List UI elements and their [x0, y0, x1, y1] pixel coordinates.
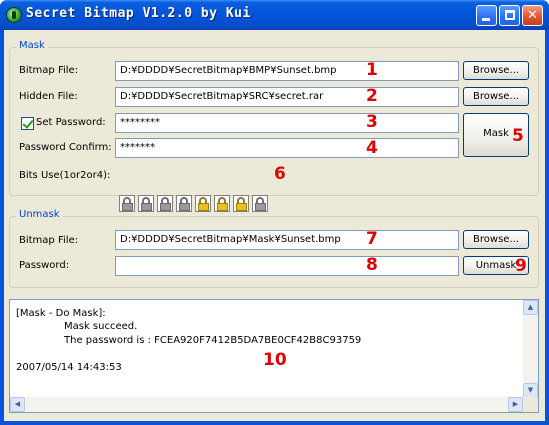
arrow-up-icon: ▲ [527, 303, 534, 311]
log-output[interactable]: [Mask - Do Mask]: Mask succeed. The pass… [9, 299, 539, 413]
set-password-input[interactable]: ******** [115, 113, 459, 133]
bit-lock-6[interactable] [214, 195, 230, 212]
app-window: Secret Bitmap V1.2.0 by Kui ✕ Mask Bitma… [0, 0, 549, 425]
annotation-9: 9 [515, 256, 527, 276]
unmask-password-input[interactable] [115, 256, 459, 276]
unmask-group: Unmask [9, 209, 539, 288]
lock-body [160, 203, 171, 211]
set-password-checkbox[interactable] [21, 117, 34, 130]
lock-body [122, 203, 133, 211]
close-icon: ✕ [527, 8, 538, 23]
annotation-10: 10 [263, 350, 287, 370]
arrow-down-icon: ▼ [527, 386, 534, 394]
mask-bitmap-input[interactable]: D:¥DDDD¥SecretBitmap¥BMP¥Sunset.bmp [115, 61, 459, 81]
annotation-8: 8 [366, 255, 378, 275]
horizontal-scrollbar[interactable]: ◀ ▶ [10, 397, 523, 412]
bit-lock-3[interactable] [157, 195, 173, 212]
log-line: [Mask - Do Mask]: [16, 308, 106, 319]
bits-use-label: Bits Use(1or2or4): [19, 170, 111, 181]
annotation-3: 3 [366, 112, 378, 132]
annotation-6: 6 [274, 164, 286, 184]
scrollbar-corner [523, 397, 538, 412]
scroll-up-button[interactable]: ▲ [523, 300, 538, 315]
mask-group-title: Mask [16, 40, 48, 51]
minimize-button[interactable] [476, 5, 497, 26]
mask-bitmap-label: Bitmap File: [19, 65, 79, 76]
bit-lock-5[interactable] [195, 195, 211, 212]
unmask-password-label: Password: [19, 260, 70, 271]
vertical-scrollbar[interactable]: ▲ ▼ [523, 300, 538, 398]
window-title: Secret Bitmap V1.2.0 by Kui [26, 6, 251, 21]
bit-lock-4[interactable] [176, 195, 192, 212]
hidden-file-browse-button[interactable]: Browse... [463, 87, 529, 106]
lock-body [141, 203, 152, 211]
lock-body [236, 203, 247, 211]
close-button[interactable]: ✕ [522, 5, 543, 26]
window-frame-bottom [0, 421, 549, 425]
password-confirm-label: Password Confirm: [19, 142, 112, 153]
lock-body [255, 203, 266, 211]
arrow-right-icon: ▶ [512, 400, 519, 408]
arrow-left-icon: ◀ [14, 400, 21, 408]
lock-body [217, 203, 228, 211]
minimize-icon [482, 18, 490, 21]
app-icon [6, 7, 22, 23]
password-confirm-input[interactable]: ******* [115, 138, 459, 158]
title-bar[interactable]: Secret Bitmap V1.2.0 by Kui ✕ [0, 0, 549, 30]
bit-lock-8[interactable] [252, 195, 268, 212]
annotation-2: 2 [366, 86, 378, 106]
scroll-down-button[interactable]: ▼ [523, 383, 538, 398]
lock-body [179, 203, 190, 211]
maximize-button[interactable] [499, 5, 520, 26]
set-password-label: Set Password: [36, 117, 106, 128]
scroll-right-button[interactable]: ▶ [508, 397, 523, 412]
bit-lock-7[interactable] [233, 195, 249, 212]
bit-lock-1[interactable] [119, 195, 135, 212]
mask-bitmap-browse-button[interactable]: Browse... [463, 61, 529, 80]
annotation-7: 7 [366, 229, 378, 249]
log-line: The password is : FCEA920F7412B5DA7BE0CF… [64, 335, 362, 346]
bit-lock-2[interactable] [138, 195, 154, 212]
unmask-bitmap-input[interactable]: D:¥DDDD¥SecretBitmap¥Mask¥Sunset.bmp [115, 230, 459, 250]
maximize-icon [505, 10, 515, 20]
log-line: Mask succeed. [64, 321, 138, 332]
window-frame-right [545, 30, 549, 425]
scroll-left-button[interactable]: ◀ [10, 397, 25, 412]
hidden-file-input[interactable]: D:¥DDDD¥SecretBitmap¥SRC¥secret.rar [115, 87, 459, 107]
unmask-bitmap-browse-button[interactable]: Browse... [463, 230, 529, 249]
log-line: 2007/05/14 14:43:53 [16, 362, 122, 373]
unmask-group-title: Unmask [16, 209, 63, 220]
annotation-1: 1 [366, 60, 378, 80]
unmask-bitmap-label: Bitmap File: [19, 235, 79, 246]
lock-body [198, 203, 209, 211]
hidden-file-label: Hidden File: [19, 91, 78, 102]
annotation-4: 4 [366, 138, 378, 158]
annotation-5: 5 [512, 126, 524, 146]
